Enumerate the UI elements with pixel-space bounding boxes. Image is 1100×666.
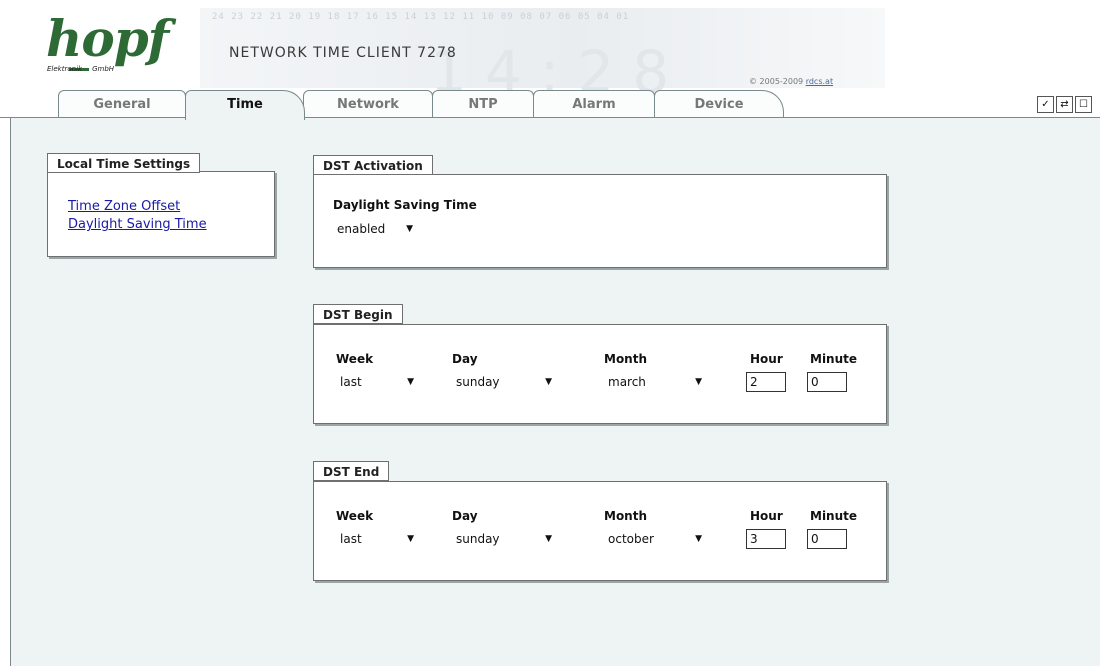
logo-sub-left: Elektronik: [47, 65, 83, 73]
begin-week-label: Week: [336, 352, 374, 366]
begin-week-select[interactable]: last ▼: [336, 371, 420, 393]
end-day-label: Day: [452, 509, 478, 523]
copyright-link[interactable]: rdcs.at: [806, 77, 833, 86]
end-hour-label: Hour: [750, 509, 783, 523]
end-minute-label: Minute: [810, 509, 858, 523]
begin-hour-input[interactable]: 2: [746, 372, 786, 392]
tab-time[interactable]: Time: [185, 90, 305, 120]
chevron-down-icon: ▼: [406, 224, 413, 234]
square-icon[interactable]: ☐: [1075, 96, 1092, 113]
end-hour-input[interactable]: 3: [746, 529, 786, 549]
tab-bar: General Time Network NTP Alarm Device: [0, 90, 1100, 120]
end-week-label: Week: [336, 509, 374, 523]
refresh-icon[interactable]: ⇄: [1056, 96, 1073, 113]
sidebar-links: Time Zone Offset Daylight Saving Time: [68, 199, 207, 235]
logo-sub-right: GmbH: [92, 65, 115, 73]
local-time-settings-box: Time Zone Offset Daylight Saving Time: [47, 171, 275, 257]
end-week-select[interactable]: last ▼: [336, 528, 420, 550]
end-minute-input[interactable]: 0: [807, 529, 847, 549]
check-icon[interactable]: ✓: [1037, 96, 1054, 113]
begin-day-select[interactable]: sunday ▼: [452, 371, 558, 393]
dst-select-value: enabled: [337, 222, 386, 236]
sidebar-link-time-zone-offset[interactable]: Time Zone Offset: [68, 199, 207, 214]
begin-day-value: sunday: [456, 375, 500, 389]
end-week-value: last: [340, 532, 362, 546]
chevron-down-icon: ▼: [407, 534, 414, 544]
tab-ntp[interactable]: NTP: [432, 90, 534, 118]
begin-minute-label: Minute: [810, 352, 858, 366]
logo-subtitle: Elektronik GmbH: [47, 65, 114, 73]
end-month-value: october: [608, 532, 654, 546]
header-digits: 24 23 22 21 20 19 18 17 16 15 14 13 12 1…: [212, 12, 630, 22]
end-day-select[interactable]: sunday ▼: [452, 528, 558, 550]
chevron-down-icon: ▼: [407, 377, 414, 387]
tab-general[interactable]: General: [58, 90, 186, 118]
copyright-text: © 2005-2009: [749, 77, 806, 86]
chevron-down-icon: ▼: [545, 377, 552, 387]
content-area: Time Zone Offset Daylight Saving Time Lo…: [10, 118, 1100, 666]
begin-month-label: Month: [604, 352, 648, 366]
begin-day-label: Day: [452, 352, 478, 366]
dst-select[interactable]: enabled ▼: [333, 218, 419, 240]
begin-month-value: march: [608, 375, 646, 389]
dst-end-box: Week Day Month Hour Minute last ▼ sunday ▼…: [313, 481, 887, 581]
tab-network[interactable]: Network: [303, 90, 433, 118]
chevron-down-icon: ▼: [545, 534, 552, 544]
dst-label: Daylight Saving Time: [333, 198, 477, 212]
dst-activation-title: DST Activation: [313, 155, 433, 175]
dst-activation-box: Daylight Saving Time enabled ▼: [313, 174, 887, 268]
tab-device[interactable]: Device: [654, 90, 784, 118]
end-day-value: sunday: [456, 532, 500, 546]
begin-hour-label: Hour: [750, 352, 783, 366]
copyright: © 2005-2009 rdcs.at: [749, 77, 833, 86]
dst-begin-title: DST Begin: [313, 304, 403, 324]
chevron-down-icon: ▼: [695, 534, 702, 544]
end-month-select[interactable]: october ▼: [604, 528, 708, 550]
local-time-settings-title: Local Time Settings: [47, 153, 201, 173]
product-title: NETWORK TIME CLIENT 7278: [229, 45, 457, 61]
toolbar: ✓ ⇄ ☐: [1037, 96, 1092, 113]
sidebar-link-daylight-saving-time[interactable]: Daylight Saving Time: [68, 217, 207, 232]
dst-begin-box: Week Day Month Hour Minute last ▼ sunday ▼…: [313, 324, 887, 424]
chevron-down-icon: ▼: [695, 377, 702, 387]
dst-end-title: DST End: [313, 461, 390, 481]
end-month-label: Month: [604, 509, 648, 523]
begin-month-select[interactable]: march ▼: [604, 371, 708, 393]
begin-minute-input[interactable]: 0: [807, 372, 847, 392]
header: 24 23 22 21 20 19 18 17 16 15 14 13 12 1…: [0, 0, 1100, 106]
tab-alarm[interactable]: Alarm: [533, 90, 655, 118]
hopf-logo: hopf: [46, 9, 169, 68]
begin-week-value: last: [340, 375, 362, 389]
